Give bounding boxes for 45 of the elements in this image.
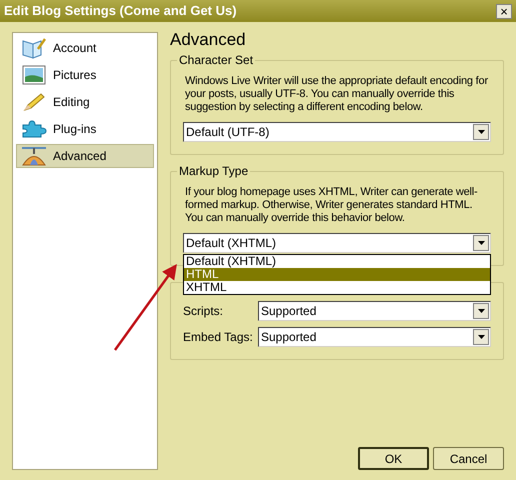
dialog-button[interactable]: OK (358, 447, 429, 470)
description-text: If your blog homepage uses XHTML, Writer can generate well-formed markup. Otherwise, Writer generates standard HTML. You can manually override this behavior below. (185, 186, 478, 225)
caret-icon (478, 130, 484, 134)
sidebar-item[interactable]: Pictures (16, 63, 154, 87)
setting-dropdown[interactable]: Supported (258, 327, 491, 347)
sidebar-label: Plug-ins (53, 121, 96, 138)
puzzle-icon (21, 120, 47, 138)
dropdown-option[interactable]: Default (XHTML) (184, 255, 490, 268)
sidebar-label: Advanced (53, 148, 106, 165)
caret-icon (478, 241, 484, 245)
window-title: Edit Blog Settings (Come and Get Us) (4, 2, 237, 20)
dropdown-arrow-button[interactable] (473, 235, 489, 251)
field-label: Embed Tags: (183, 329, 254, 346)
encoding-dropdown[interactable]: Default (UTF-8) (183, 122, 491, 142)
dropdown-value: Supported (261, 331, 316, 343)
dropdown-value: Default (XHTML) (186, 237, 276, 249)
book-icon (22, 37, 46, 59)
setting-dropdown[interactable]: Supported (258, 301, 491, 321)
dropdown-arrow-button[interactable] (473, 329, 489, 345)
sidebar-item[interactable]: Advanced (16, 144, 154, 168)
dropdown-value: Default (UTF-8) (186, 126, 270, 138)
dropdown-arrow-button[interactable] (473, 303, 489, 319)
page-heading: Advanced (170, 30, 247, 50)
group-title: Markup Type (177, 164, 250, 178)
dropdown-arrow-button[interactable] (473, 124, 489, 140)
picture-icon (22, 65, 46, 85)
sidebar-label: Editing (53, 94, 90, 111)
field-label: Scripts: (183, 303, 224, 320)
pencil-icon (22, 92, 46, 112)
sidebar-item[interactable]: Account (16, 36, 154, 60)
close-button[interactable]: × (496, 4, 512, 18)
dropdown-value: Supported (261, 305, 316, 317)
caret-icon (478, 309, 484, 313)
sidebar-label: Pictures (53, 67, 96, 84)
dialog-button[interactable]: Cancel (433, 447, 504, 470)
dropdown-option[interactable]: HTML (184, 268, 490, 281)
sidebar-label: Account (53, 40, 96, 57)
caret-icon (478, 335, 484, 339)
dropdown-option[interactable]: XHTML (184, 281, 490, 294)
markup-dropdown[interactable]: Default (XHTML) (183, 233, 491, 253)
propeller-icon (21, 146, 47, 166)
group-title: Character Set (177, 53, 256, 67)
sidebar-item[interactable]: Editing (16, 90, 154, 114)
description-text: Windows Live Writer will use the appropriate default encoding for your posts, usually UTF-8. You can manually override this suggestion by selecting a different encoding below. (185, 75, 489, 114)
sidebar-item[interactable]: Plug-ins (16, 117, 154, 141)
